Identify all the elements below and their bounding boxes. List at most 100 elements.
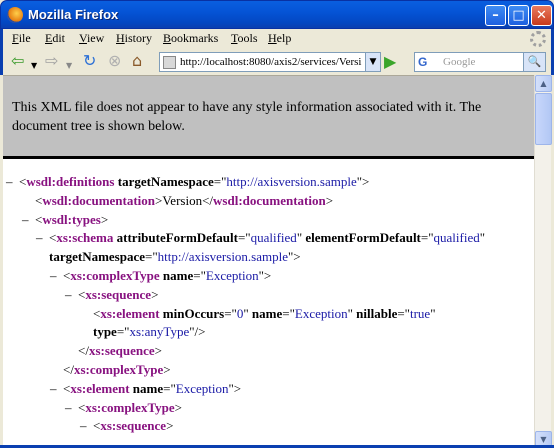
menu-file-label: ile <box>18 31 31 45</box>
menu-help[interactable]: Help <box>268 31 291 46</box>
xml-attr-name: name <box>162 268 194 283</box>
xml-punct: > <box>154 343 163 359</box>
xml-attr-value: Exception <box>175 380 229 396</box>
menu-edit[interactable]: Edit <box>45 31 65 46</box>
menu-bar: File Edit View History Bookmarks Tools H… <box>0 29 554 49</box>
menu-bookmarks[interactable]: Bookmarks <box>163 31 218 46</box>
collapse-toggle[interactable]: – <box>50 267 57 286</box>
xml-punct: =" <box>213 174 227 189</box>
collapse-toggle[interactable]: – <box>50 380 57 399</box>
xml-punct: " <box>479 230 486 246</box>
xml-punct: "/> <box>189 324 206 340</box>
menu-history[interactable]: History <box>116 31 152 46</box>
xml-punct: > <box>325 192 334 208</box>
home-icon[interactable]: ⌂ <box>132 52 142 70</box>
xml-punct: "> <box>356 174 370 189</box>
reload-icon[interactable]: ↻ <box>83 52 96 70</box>
stop-icon[interactable]: ⊗ <box>108 52 121 70</box>
xml-punct: > <box>163 362 171 377</box>
xml-line: <xs:complexType name="Exception"> <box>63 267 271 286</box>
xml-line: <wsdl:documentation>Version</wsdl:docume… <box>35 192 333 211</box>
menu-history-accesskey: H <box>116 31 125 45</box>
go-button[interactable]: ▶ <box>384 52 396 71</box>
xml-tag-name: wsdl:definitions <box>26 174 115 189</box>
xml-punct: =" <box>163 380 176 396</box>
back-arrow-icon[interactable]: ⇦ <box>11 52 24 70</box>
xml-punct: =" <box>193 268 206 283</box>
xml-punct: " <box>347 305 353 321</box>
menu-bookmarks-label: ookmarks <box>171 31 219 45</box>
xml-attr-value: Exception <box>294 305 348 321</box>
forward-arrow-icon[interactable]: ⇨ <box>45 52 58 70</box>
xml-punct: =" <box>397 305 410 321</box>
collapse-toggle[interactable]: – <box>65 399 72 418</box>
xml-attr-value: qualified <box>250 230 297 246</box>
search-button[interactable]: 🔍 <box>523 53 545 71</box>
menu-tools[interactable]: Tools <box>231 31 258 46</box>
xml-line: <xs:sequence> <box>93 417 173 436</box>
xml-punct: "> <box>258 268 272 283</box>
scroll-up-button[interactable]: ▲ <box>535 75 552 92</box>
xml-attr-name: targetNamespace <box>117 174 214 189</box>
xml-line: </xs:complexType> <box>63 361 171 380</box>
search-input[interactable]: G Google 🔍 <box>414 52 546 72</box>
xml-punct: " <box>296 230 303 246</box>
maximize-button[interactable]: □ <box>508 5 529 26</box>
xml-punct: "> <box>288 249 301 265</box>
forward-history-dropdown-icon[interactable]: ▼ <box>66 57 72 75</box>
xml-tag-name: xs:sequence <box>88 343 155 359</box>
xml-punct: > <box>151 286 159 302</box>
menu-bookmarks-accesskey: B <box>163 31 172 45</box>
address-bar[interactable]: http://localhost:8080/axis2/services/Ver… <box>159 52 381 72</box>
xml-tag-name: xs:complexType <box>73 362 164 377</box>
xml-attr-value: Exception <box>205 268 259 283</box>
scroll-thumb[interactable] <box>535 93 552 145</box>
page-favicon-icon <box>163 56 176 69</box>
xml-tag-name: wsdl:documentation <box>213 192 326 208</box>
xml-line: <xs:schema attributeFormDefault="qualifi… <box>49 229 485 248</box>
xml-attr-value: qualified <box>433 230 480 246</box>
xml-punct: "> <box>228 380 242 396</box>
xml-line: </xs:sequence> <box>78 342 162 361</box>
xml-attr-name: type <box>93 324 117 340</box>
close-button[interactable]: ✕ <box>531 5 552 26</box>
collapse-toggle[interactable]: – <box>65 286 72 305</box>
navigation-toolbar: ⇦ ▼ ⇨ ▼ ↻ ⊗ ⌂ http://localhost:8080/axis… <box>0 49 554 75</box>
xml-attr-value: xs:anyType <box>129 324 190 340</box>
xml-punct: =" <box>237 230 251 246</box>
menu-view-label: iew <box>86 31 105 45</box>
xml-line: <xs:complexType> <box>78 399 182 418</box>
xml-tag-name: xs:element <box>100 305 160 321</box>
vertical-scrollbar[interactable]: ▲ ▼ <box>534 75 552 448</box>
back-history-dropdown-icon[interactable]: ▼ <box>31 57 37 75</box>
xml-tag-name: xs:element <box>70 380 130 396</box>
menu-file[interactable]: File <box>12 31 31 46</box>
collapse-toggle[interactable]: – <box>22 211 29 230</box>
search-engine-google-icon[interactable]: G <box>416 54 440 70</box>
xml-punct: </ <box>78 343 89 359</box>
xml-tag-name: xs:complexType <box>70 268 160 283</box>
xml-attr-name: attributeFormDefault <box>116 230 238 246</box>
xml-punct: =" <box>116 324 130 340</box>
xml-info-message: This XML file does not appear to have an… <box>3 76 534 159</box>
minimize-button[interactable]: – <box>485 5 506 26</box>
xml-punct: " <box>430 305 436 321</box>
xml-line: <wsdl:types> <box>35 211 108 230</box>
collapse-toggle[interactable]: – <box>36 229 43 248</box>
xml-line: <xs:sequence> <box>78 286 158 305</box>
window-title-bar[interactable]: Mozilla Firefox – □ ✕ <box>0 0 554 29</box>
menu-view-accesskey: V <box>79 31 87 45</box>
url-history-dropdown-button[interactable]: ▼ <box>365 53 380 71</box>
xml-tag-name: xs:sequence <box>100 418 167 434</box>
xml-punct: =" <box>420 230 434 246</box>
firefox-logo-icon <box>7 7 23 23</box>
xml-attr-name: name <box>132 380 164 396</box>
menu-view[interactable]: View <box>79 31 104 46</box>
xml-punct: =" <box>224 305 237 321</box>
xml-attr-name: elementFormDefault <box>305 230 421 246</box>
xml-attr-value: http://axisversion.sample <box>157 249 288 265</box>
xml-tag-name: xs:complexType <box>85 399 175 415</box>
collapse-toggle[interactable]: – <box>6 173 13 192</box>
xml-attr-value: http://axisversion.sample <box>226 174 357 189</box>
collapse-toggle[interactable]: – <box>80 417 87 436</box>
